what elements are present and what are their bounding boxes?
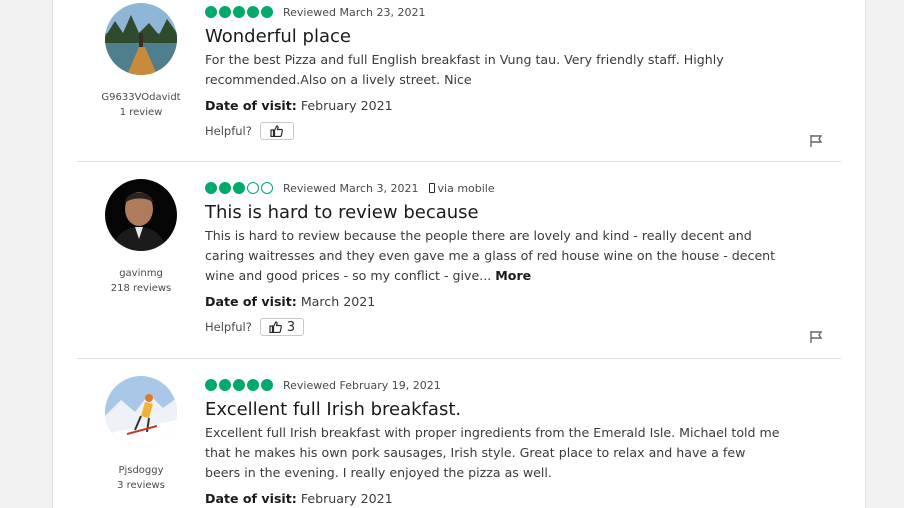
read-more-link[interactable]: More	[495, 268, 531, 283]
reviewer-review-count: 3 reviews	[117, 480, 165, 491]
review-content: Reviewed March 23, 2021 Wonderful place …	[205, 4, 795, 140]
date-of-visit-value: February 2021	[296, 98, 393, 113]
avatar[interactable]	[105, 179, 177, 251]
helpful-label: Helpful?	[205, 124, 252, 138]
review-card: G9633VOdavidt 1 review Reviewed March 23…	[77, 0, 841, 162]
review-title[interactable]: Excellent full Irish breakfast.	[205, 399, 795, 420]
via-mobile-label: via mobile	[437, 181, 495, 195]
avatar[interactable]	[105, 376, 177, 448]
rating-bubbles	[205, 6, 273, 18]
rating-bubbles	[205, 182, 273, 194]
review-date: Reviewed February 19, 2021	[283, 378, 441, 392]
rating-bubble-filled	[219, 6, 231, 18]
reviewer-username[interactable]: G9633VOdavidt	[77, 92, 205, 103]
review-title[interactable]: Wonderful place	[205, 26, 795, 47]
avatar[interactable]	[105, 3, 177, 75]
helpful-count: 3	[286, 319, 296, 335]
review-divider	[77, 358, 841, 359]
review-body-line: recommended.Also on a lively street. Nic…	[205, 72, 472, 87]
helpful-row: Helpful?	[205, 122, 795, 140]
review-body-line: For the best Pizza and full English brea…	[205, 52, 724, 67]
review-body-line: beers in the evening. I really enjoyed t…	[205, 465, 552, 480]
date-of-visit: Date of visit: February 2021	[205, 491, 795, 506]
review-body-line: This is hard to review because the peopl…	[205, 228, 752, 243]
review-body: Excellent full Irish breakfast with prop…	[205, 423, 795, 483]
review-divider	[77, 161, 841, 162]
review-body-line: caring waitresses and they even gave me …	[205, 248, 776, 263]
flag-icon[interactable]	[809, 134, 823, 148]
date-of-visit-label: Date of visit:	[205, 294, 297, 309]
rating-bubble-filled	[219, 379, 231, 391]
rating-bubble-filled	[261, 379, 273, 391]
date-of-visit-label: Date of visit:	[205, 98, 297, 113]
review-card: gavinmg 218 reviews Reviewed March 3, 20…	[77, 176, 841, 358]
rating-bubble-filled	[247, 6, 259, 18]
date-of-visit: Date of visit: February 2021	[205, 98, 795, 113]
reviewer-username[interactable]: Pjsdoggy	[77, 465, 205, 476]
mobile-phone-icon	[428, 183, 435, 193]
review-date: Reviewed March 23, 2021	[283, 5, 426, 19]
date-of-visit-value: February 2021	[296, 491, 393, 506]
review-title[interactable]: This is hard to review because	[205, 202, 795, 223]
rating-bubble-filled	[205, 6, 217, 18]
date-of-visit: Date of visit: March 2021	[205, 294, 795, 309]
review-body-line: Excellent full Irish breakfast with prop…	[205, 425, 780, 440]
rating-bubble-empty	[247, 182, 259, 194]
rating-bubbles	[205, 379, 273, 391]
rating-bubble-filled	[261, 6, 273, 18]
rating-bubble-filled	[205, 182, 217, 194]
reviewer-review-count: 1 review	[119, 107, 163, 118]
review-content: Reviewed February 19, 2021 Excellent ful…	[205, 377, 795, 506]
date-of-visit-value: March 2021	[296, 294, 376, 309]
thumbs-up-icon	[270, 125, 284, 137]
reviews-panel: G9633VOdavidt 1 review Reviewed March 23…	[52, 0, 866, 508]
flag-icon[interactable]	[809, 330, 823, 344]
review-body: For the best Pizza and full English brea…	[205, 50, 795, 90]
review-card: Pjsdoggy 3 reviews Reviewed February 19,…	[77, 373, 841, 508]
review-body-line: wine and good prices - so my conflict - …	[205, 268, 492, 283]
review-body: This is hard to review because the peopl…	[205, 226, 795, 286]
helpful-row: Helpful? 3	[205, 318, 795, 336]
reviewer-username[interactable]: gavinmg	[77, 268, 205, 279]
rating-bubble-empty	[261, 182, 273, 194]
thumbs-up-icon	[269, 321, 282, 333]
rating-bubble-filled	[219, 182, 231, 194]
reviewer-review-count: 218 reviews	[110, 283, 172, 294]
rating-bubble-filled	[233, 379, 245, 391]
review-content: Reviewed March 3, 2021 via mobile This i…	[205, 180, 795, 336]
review-body-line: that he makes his own pork sausages, Iri…	[205, 445, 746, 460]
review-date: Reviewed March 3, 2021	[283, 181, 419, 195]
rating-bubble-filled	[205, 379, 217, 391]
helpful-vote-button[interactable]	[259, 122, 294, 140]
rating-bubble-filled	[233, 6, 245, 18]
helpful-vote-button[interactable]: 3	[259, 318, 305, 336]
rating-bubble-filled	[247, 379, 259, 391]
via-mobile: via mobile	[428, 181, 495, 195]
rating-bubble-filled	[233, 182, 245, 194]
helpful-label: Helpful?	[205, 320, 252, 334]
date-of-visit-label: Date of visit:	[205, 491, 297, 506]
